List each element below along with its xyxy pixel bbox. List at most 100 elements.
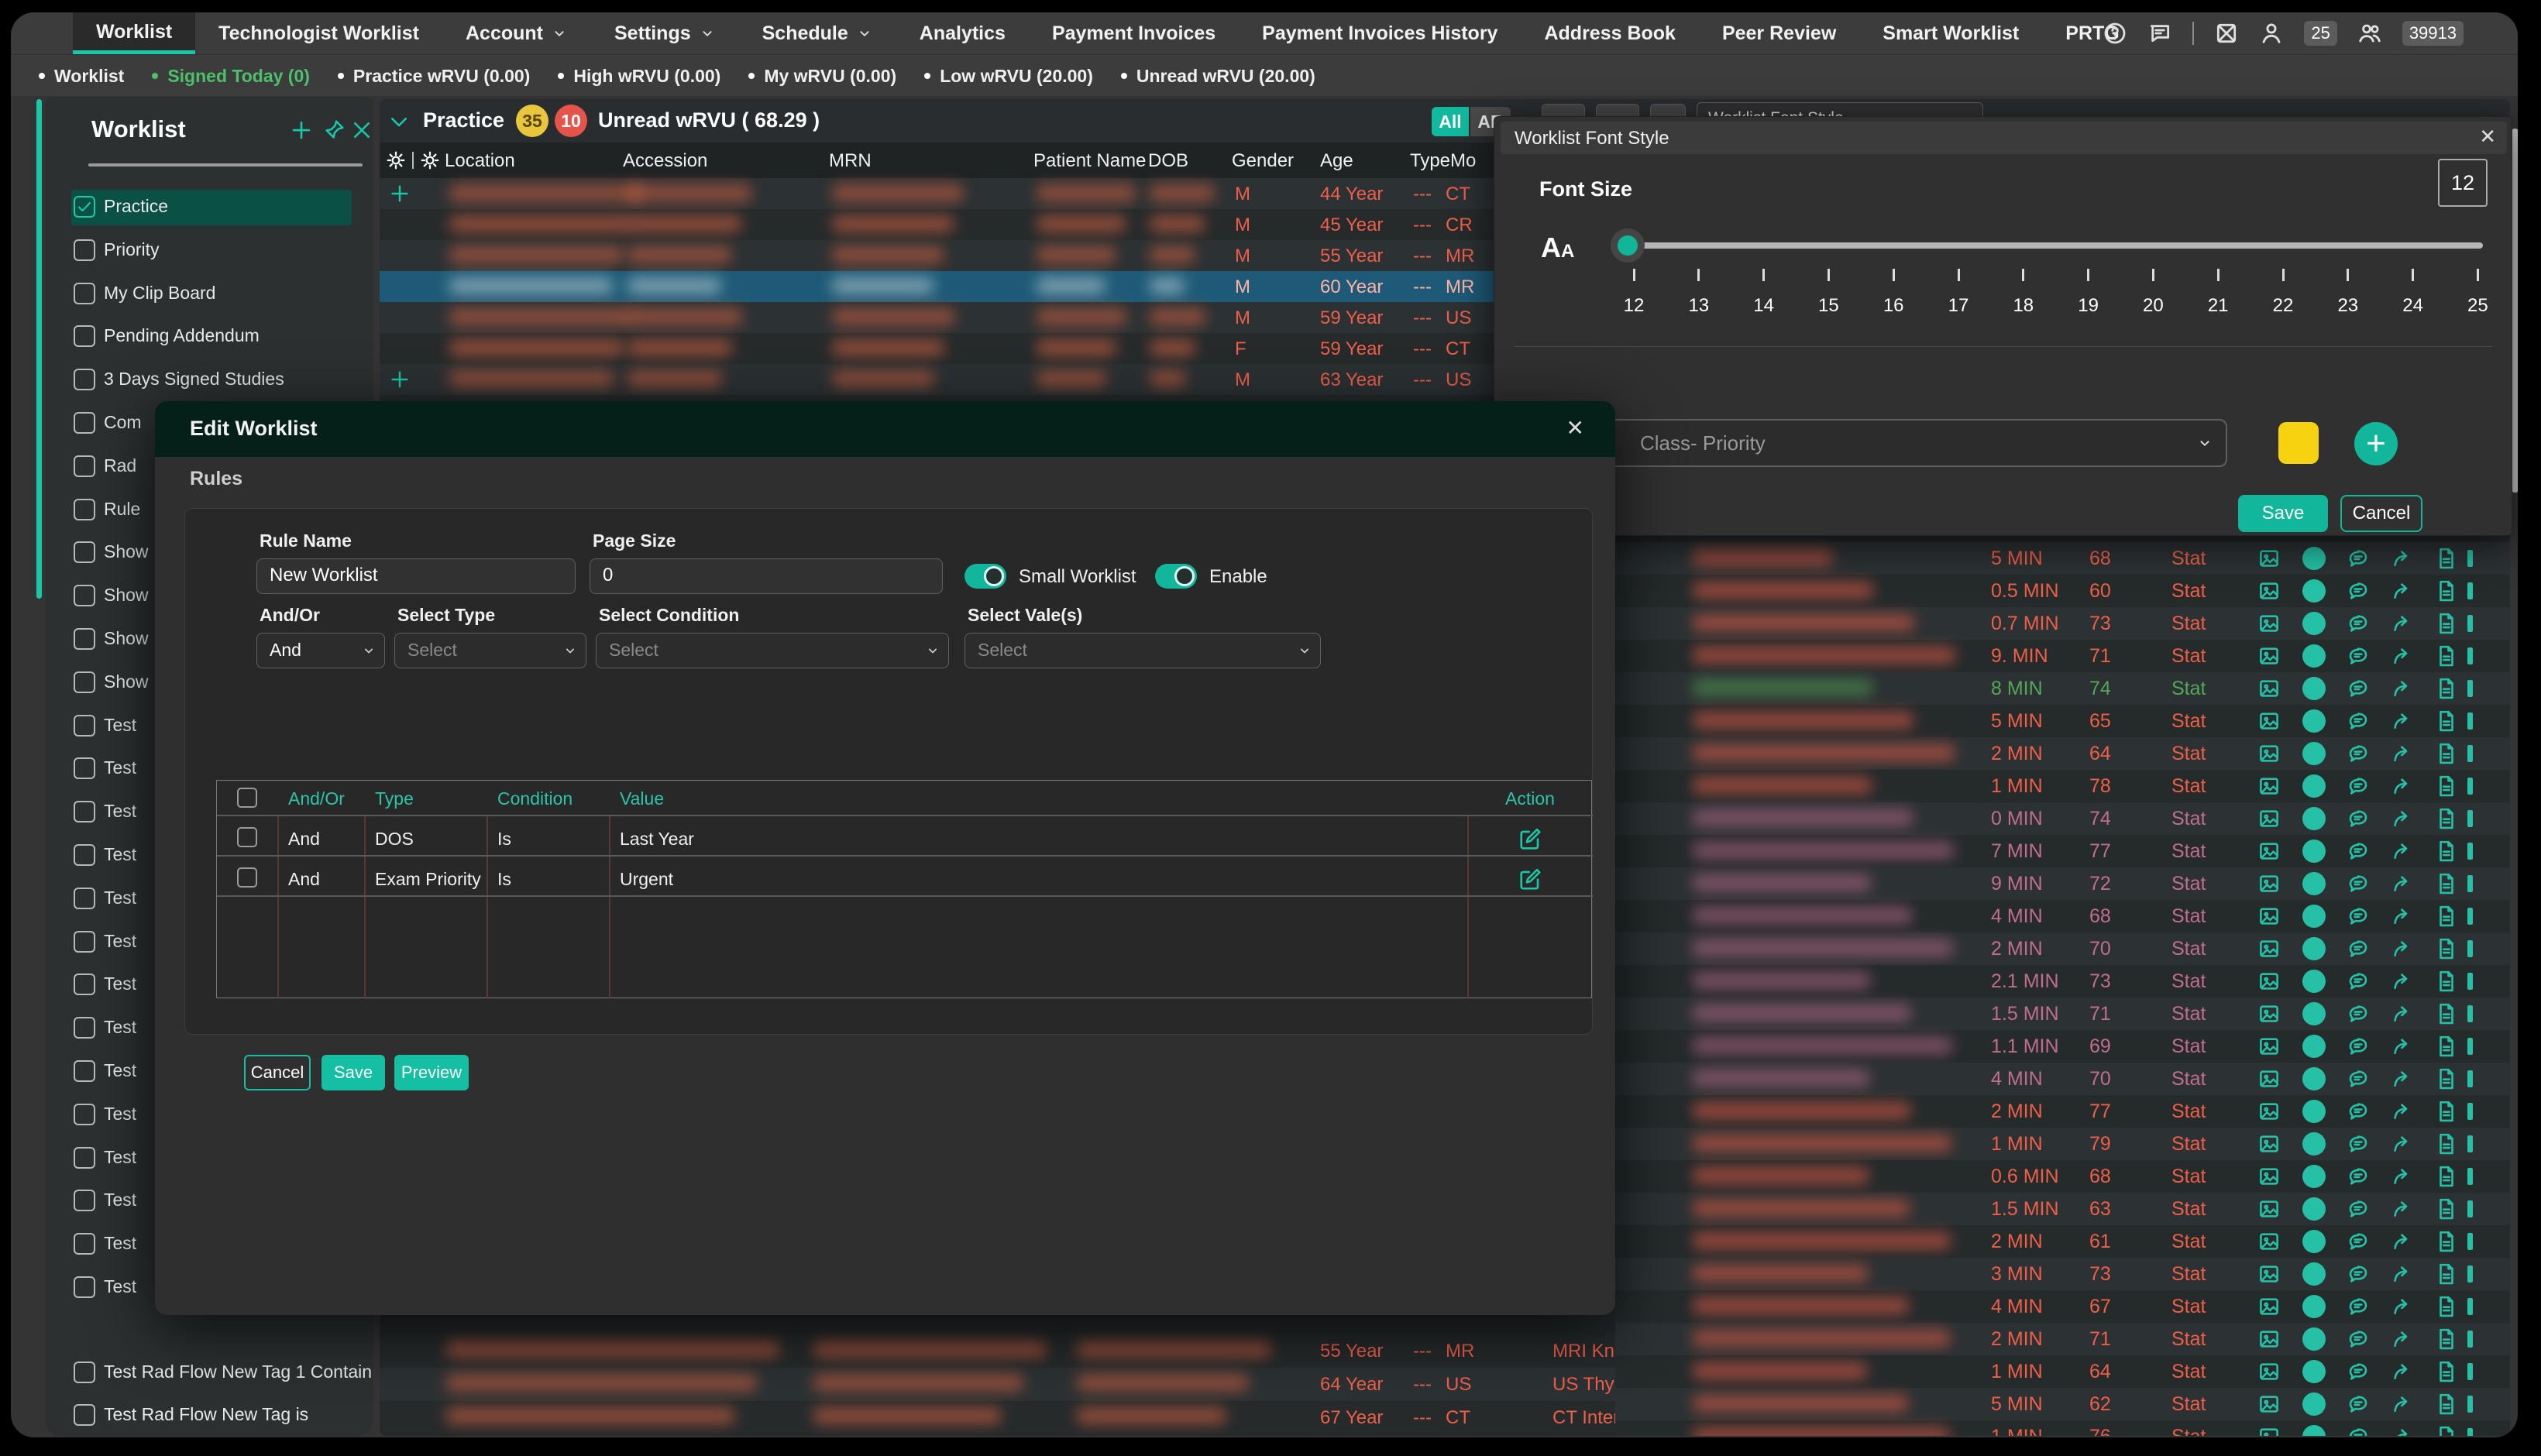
checkbox[interactable] xyxy=(74,888,95,909)
report-icon[interactable] xyxy=(2435,970,2458,993)
checkbox[interactable] xyxy=(74,1362,95,1383)
comment-icon[interactable] xyxy=(2347,1230,2370,1253)
image-icon[interactable] xyxy=(2257,774,2281,798)
study-row[interactable]: 2 MIN61StatR xyxy=(1615,1225,2510,1258)
share-icon[interactable] xyxy=(2391,807,2414,830)
image-icon[interactable] xyxy=(2257,1360,2281,1383)
cancel-button[interactable]: Cancel xyxy=(244,1055,311,1090)
image-icon[interactable] xyxy=(2257,807,2281,830)
save-button[interactable]: Save xyxy=(2238,495,2328,532)
comment-icon[interactable] xyxy=(2347,1360,2370,1383)
image-icon[interactable] xyxy=(2257,612,2281,635)
checkbox[interactable] xyxy=(74,239,95,261)
study-row[interactable]: 1.1 MIN69StatR xyxy=(1615,1030,2510,1063)
share-icon[interactable] xyxy=(2391,774,2414,798)
nav-item-payment-invoices-history[interactable]: Payment Invoices History xyxy=(1239,12,1521,54)
image-icon[interactable] xyxy=(2214,21,2239,46)
comment-icon[interactable] xyxy=(2347,840,2370,863)
checkbox[interactable] xyxy=(74,974,95,995)
comment-icon[interactable] xyxy=(2347,937,2370,960)
toggle-enable[interactable] xyxy=(1155,564,1197,589)
select-and-or[interactable]: And xyxy=(256,633,385,668)
report-icon[interactable] xyxy=(2435,1392,2458,1416)
share-icon[interactable] xyxy=(2391,1132,2414,1156)
edit-icon[interactable] xyxy=(1518,867,1542,891)
comment-icon[interactable] xyxy=(2347,1165,2370,1188)
checkbox[interactable] xyxy=(74,715,95,737)
report-icon[interactable] xyxy=(2435,742,2458,765)
users-icon[interactable] xyxy=(2357,21,2382,46)
comment-icon[interactable] xyxy=(2347,1327,2370,1351)
checkbox[interactable] xyxy=(74,1190,95,1211)
expand-plus-icon[interactable] xyxy=(389,183,411,204)
image-icon[interactable] xyxy=(2257,1327,2281,1351)
report-icon[interactable] xyxy=(2435,579,2458,603)
vr-icon[interactable]: R xyxy=(2302,1392,2326,1416)
nav-item-settings[interactable]: Settings xyxy=(591,12,739,54)
share-icon[interactable] xyxy=(2391,1262,2414,1286)
wrvu-filter-my-wrvu-0-00-[interactable]: My wRVU (0.00) xyxy=(748,66,896,87)
share-icon[interactable] xyxy=(2391,612,2414,635)
vr-icon[interactable]: R xyxy=(2302,807,2326,830)
checkbox[interactable] xyxy=(74,499,95,520)
checkbox[interactable] xyxy=(74,931,95,953)
grid-row-checkbox[interactable] xyxy=(237,827,257,847)
share-icon[interactable] xyxy=(2391,905,2414,928)
share-icon[interactable] xyxy=(2391,547,2414,570)
report-icon[interactable] xyxy=(2435,547,2458,570)
image-icon[interactable] xyxy=(2257,1067,2281,1090)
collapse-chevron-icon[interactable] xyxy=(387,110,411,133)
checkbox[interactable] xyxy=(74,1017,95,1039)
vr-icon[interactable]: R xyxy=(2302,1197,2326,1221)
nav-item-address-book[interactable]: Address Book xyxy=(1521,12,1698,54)
image-icon[interactable] xyxy=(2257,1262,2281,1286)
close-icon[interactable]: ✕ xyxy=(2479,125,2496,149)
study-row[interactable]: 0.5 MIN60StatR xyxy=(1615,575,2510,607)
comment-icon[interactable] xyxy=(2347,872,2370,895)
sidebar-item-priority[interactable]: Priority xyxy=(45,233,373,269)
comment-icon[interactable] xyxy=(2347,742,2370,765)
gear-icon[interactable] xyxy=(420,150,440,170)
comment-icon[interactable] xyxy=(2347,970,2370,993)
rule-name-input[interactable]: New Worklist xyxy=(256,558,576,594)
sidebar-scrollbar[interactable] xyxy=(36,99,42,599)
report-icon[interactable] xyxy=(2435,1165,2458,1188)
vr-icon[interactable]: R xyxy=(2302,1132,2326,1156)
vr-icon[interactable]: R xyxy=(2302,742,2326,765)
comment-icon[interactable] xyxy=(2347,1262,2370,1286)
study-row[interactable]: 2 MIN70StatR xyxy=(1615,932,2510,965)
vr-icon[interactable]: R xyxy=(2302,937,2326,960)
report-icon[interactable] xyxy=(2435,1262,2458,1286)
share-icon[interactable] xyxy=(2391,677,2414,700)
image-icon[interactable] xyxy=(2257,937,2281,960)
image-icon[interactable] xyxy=(2257,1165,2281,1188)
vr-icon[interactable]: R xyxy=(2302,677,2326,700)
report-icon[interactable] xyxy=(2435,1425,2458,1436)
study-row[interactable]: 5 MIN65StatR xyxy=(1615,705,2510,737)
comment-icon[interactable] xyxy=(2347,1067,2370,1090)
comment-icon[interactable] xyxy=(2347,1392,2370,1416)
image-icon[interactable] xyxy=(2257,1197,2281,1221)
checkbox[interactable] xyxy=(74,671,95,693)
report-icon[interactable] xyxy=(2435,1230,2458,1253)
share-icon[interactable] xyxy=(2391,742,2414,765)
study-row[interactable]: 2 MIN64StatR xyxy=(1615,737,2510,770)
report-icon[interactable] xyxy=(2435,1035,2458,1058)
comment-icon[interactable] xyxy=(2347,547,2370,570)
checkbox[interactable] xyxy=(74,1276,95,1298)
study-row[interactable]: 4 MIN67StatR xyxy=(1615,1290,2510,1323)
vr-icon[interactable]: R xyxy=(2302,872,2326,895)
study-row[interactable]: 8 MIN74StatR xyxy=(1615,672,2510,705)
report-icon[interactable] xyxy=(2435,1360,2458,1383)
vr-icon[interactable]: R xyxy=(2302,547,2326,570)
nav-item-payment-invoices[interactable]: Payment Invoices xyxy=(1029,12,1239,54)
comment-icon[interactable] xyxy=(2347,1132,2370,1156)
close-icon[interactable] xyxy=(350,118,373,142)
checkbox[interactable] xyxy=(74,757,95,779)
report-icon[interactable] xyxy=(2435,1197,2458,1221)
vr-icon[interactable]: R xyxy=(2302,970,2326,993)
study-row[interactable]: 1 MIN64StatR xyxy=(1615,1355,2510,1388)
column-header-patient-name[interactable]: Patient Name xyxy=(1033,150,1146,172)
comment-icon[interactable] xyxy=(2347,709,2370,733)
wrvu-filter-low-wrvu-20-00-[interactable]: Low wRVU (20.00) xyxy=(924,66,1093,87)
